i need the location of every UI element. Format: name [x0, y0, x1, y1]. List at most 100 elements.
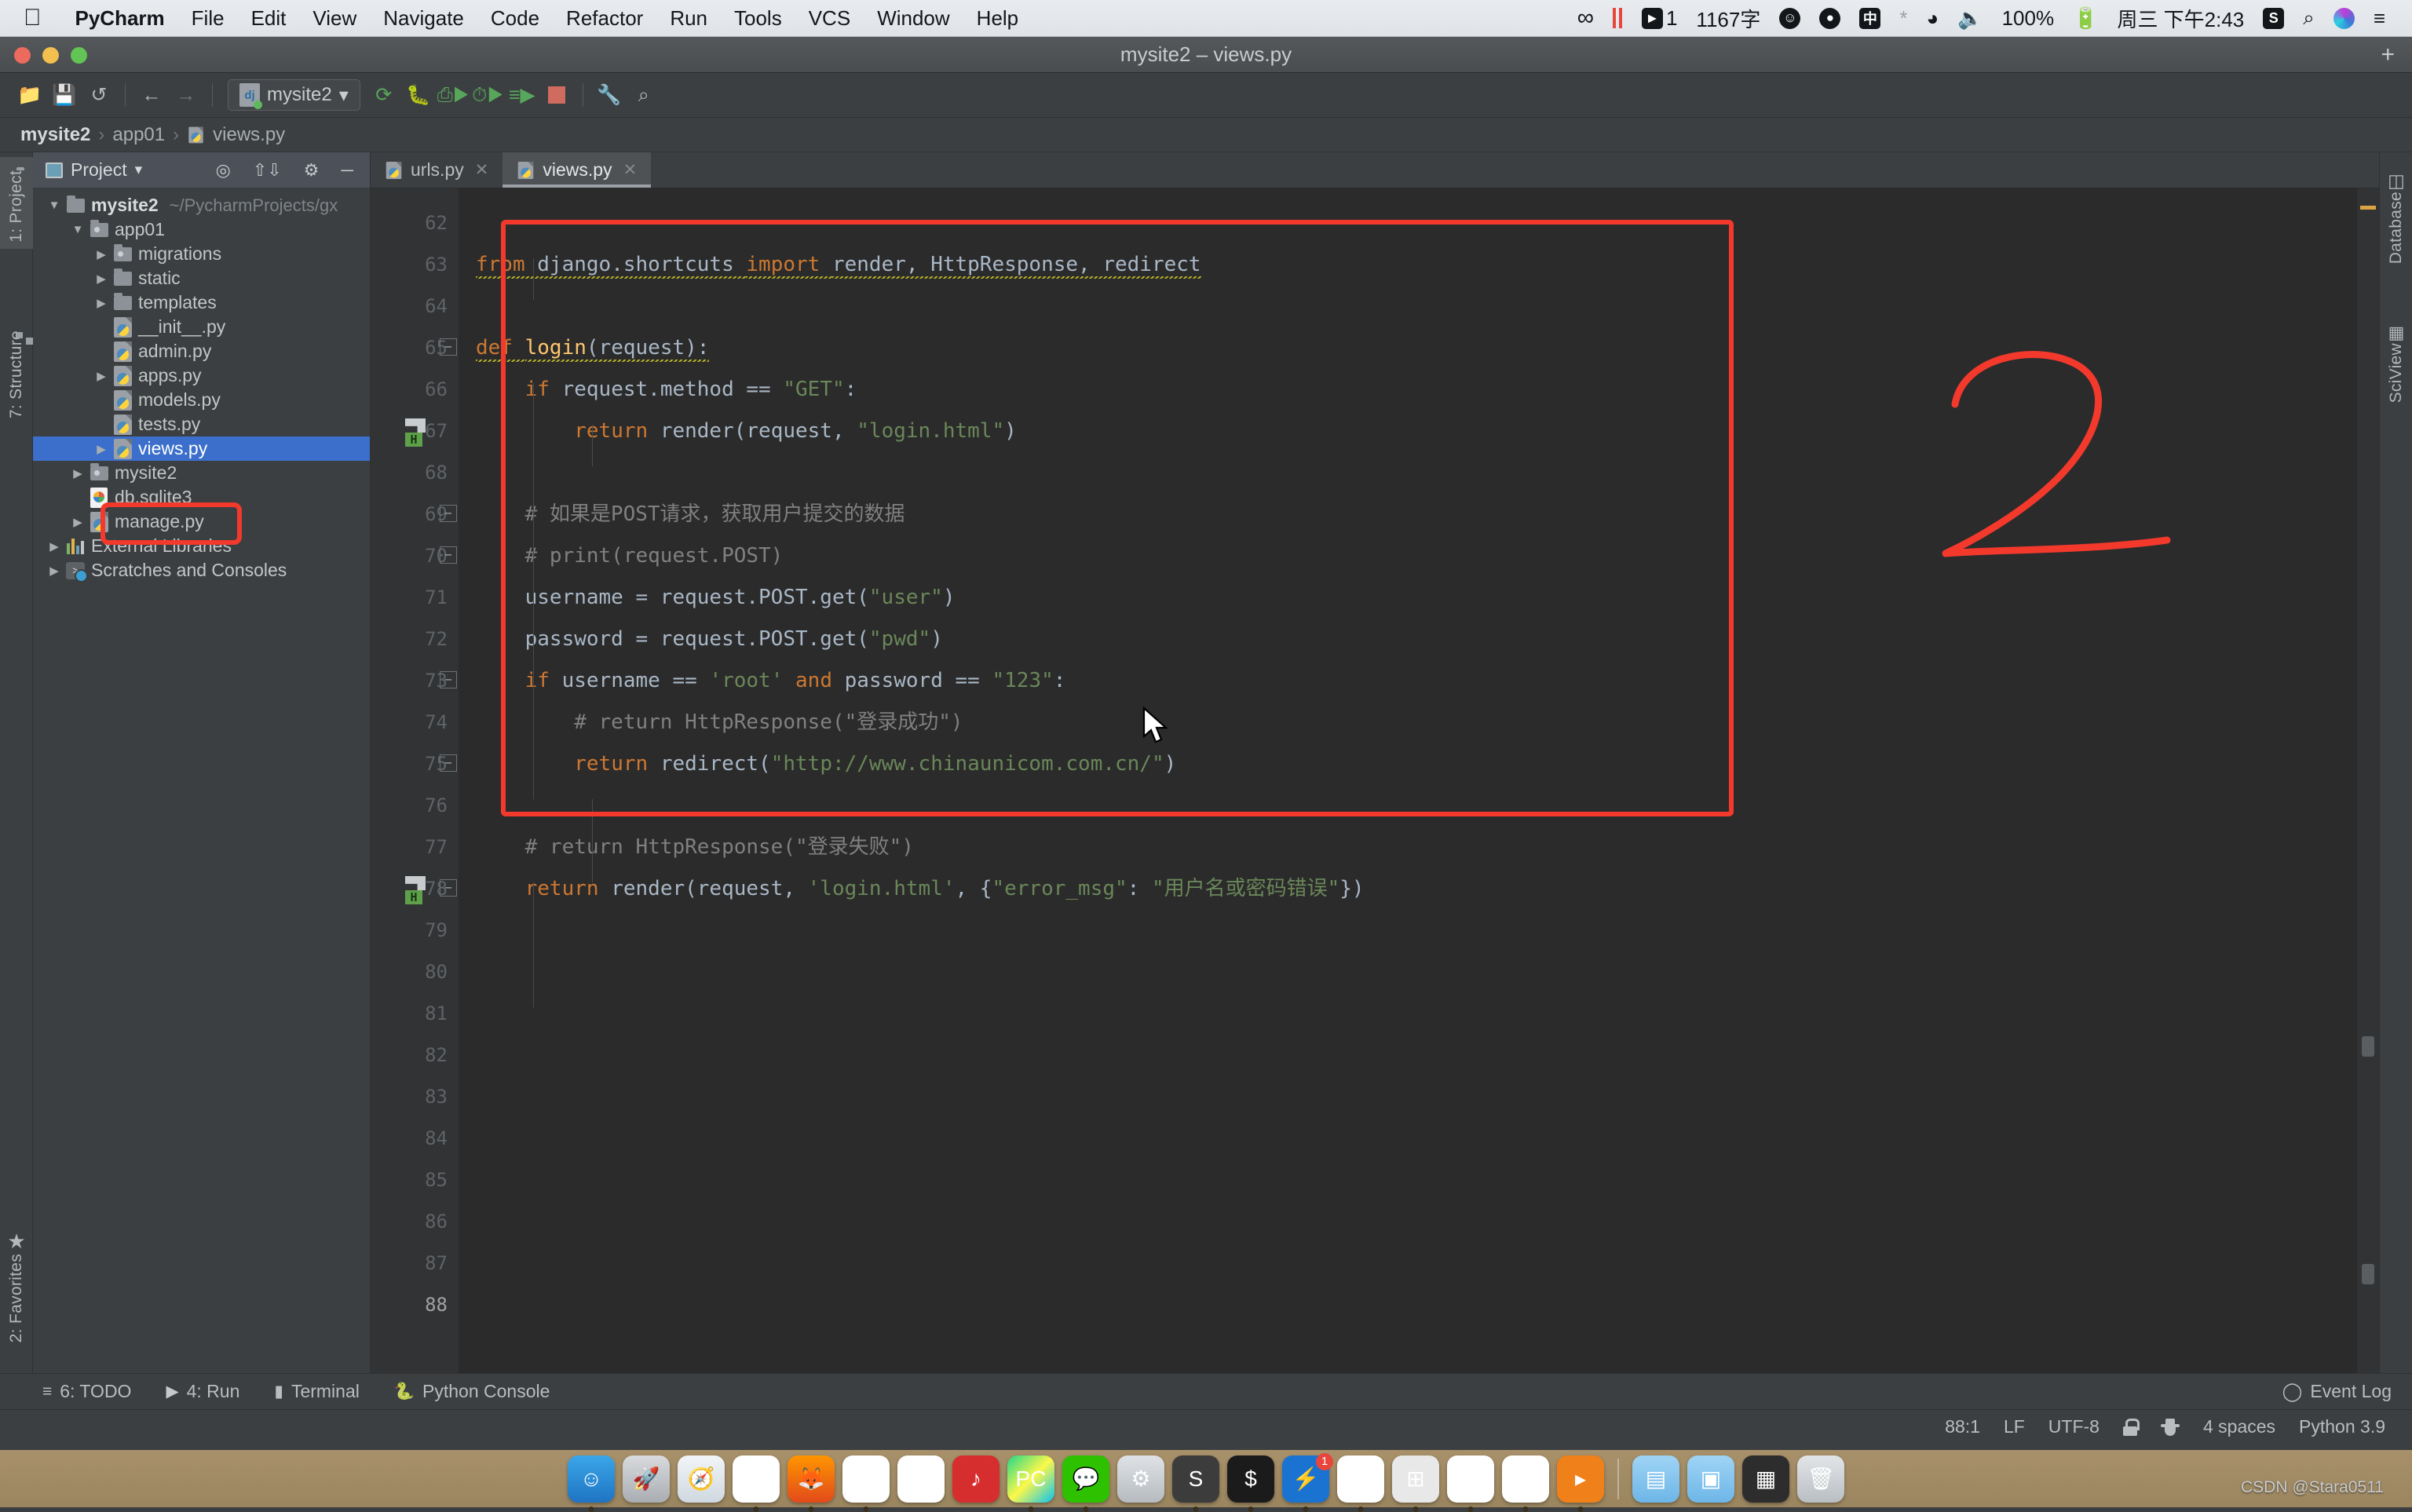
- dock-app-downloads-stack[interactable]: ▤: [1632, 1455, 1679, 1503]
- dock-app-launchpad[interactable]: 🚀: [623, 1455, 670, 1503]
- tab-views-py[interactable]: views.py ✕: [502, 152, 652, 188]
- gutter-line-81[interactable]: 81: [371, 993, 459, 1035]
- menu-item-help[interactable]: Help: [963, 6, 1032, 31]
- settings-icon[interactable]: 🔧: [592, 78, 627, 112]
- gutter-line-69[interactable]: 69−: [371, 494, 459, 535]
- chevron-down-icon[interactable]: ▼: [44, 199, 64, 212]
- fold-collapse-icon[interactable]: −: [440, 671, 457, 688]
- tree-item-mysite2[interactable]: ▼ mysite2 ~/PycharmProjects/gx: [33, 193, 370, 217]
- char-count-label[interactable]: 1167字: [1687, 4, 1770, 33]
- gutter-line-74[interactable]: 74: [371, 702, 459, 743]
- gutter-line-65[interactable]: 65−: [371, 327, 459, 369]
- dock-app-netease-music[interactable]: ♪: [952, 1455, 1000, 1503]
- maximize-window-button[interactable]: [71, 47, 87, 64]
- sync-icon[interactable]: ↺: [82, 78, 116, 112]
- menu-item-pycharm[interactable]: PyCharm: [62, 6, 178, 31]
- tree-item-admin-py[interactable]: admin.py: [33, 339, 370, 363]
- dock-app-wechat[interactable]: 💬: [1062, 1455, 1109, 1512]
- sidebar-item-database[interactable]: Database ◫: [2380, 157, 2412, 270]
- menu-item-refactor[interactable]: Refactor: [553, 6, 656, 31]
- menu-item-run[interactable]: Run: [656, 6, 721, 31]
- tree-item-db-sqlite3[interactable]: db.sqlite3: [33, 485, 370, 509]
- gutter-line-62[interactable]: 62: [371, 203, 459, 244]
- chevron-right-icon[interactable]: ▶: [44, 564, 64, 578]
- chevron-right-icon[interactable]: ▶: [68, 515, 88, 529]
- profile-icon[interactable]: ⏱▶: [470, 78, 505, 112]
- tree-item-static[interactable]: ▶ static: [33, 266, 370, 290]
- dock-app-chrome[interactable]: ◉: [733, 1455, 780, 1512]
- arrow-count-icon[interactable]: ► 1: [1632, 6, 1687, 31]
- gutter-line-86[interactable]: 86: [371, 1201, 459, 1243]
- gutter-line-64[interactable]: 64: [371, 286, 459, 327]
- breadcrumb-item-file[interactable]: views.py: [213, 124, 285, 146]
- gutter-line-77[interactable]: 77: [371, 827, 459, 868]
- tree-item--init-py[interactable]: __init__.py: [33, 315, 370, 339]
- dock-app-safari[interactable]: 🧭: [678, 1455, 725, 1503]
- fold-end-icon[interactable]: −: [440, 879, 457, 897]
- sogou-icon[interactable]: S: [2253, 7, 2293, 29]
- stop-icon[interactable]: [539, 78, 574, 112]
- chevron-right-icon[interactable]: ▶: [91, 296, 111, 310]
- spotlight-search-icon[interactable]: ⌕: [2293, 5, 2324, 31]
- bookmark-icon[interactable]: H: [404, 876, 427, 904]
- dock-app-typora[interactable]: T: [842, 1455, 890, 1512]
- input-method-icon[interactable]: 中: [1850, 7, 1890, 29]
- close-icon[interactable]: ✕: [623, 160, 638, 180]
- fold-collapse-icon[interactable]: −: [440, 338, 457, 356]
- menu-item-vcs[interactable]: VCS: [795, 6, 864, 31]
- mic-icon[interactable]: ●: [1810, 7, 1850, 29]
- dock-app-parallels[interactable]: ⊞: [1392, 1455, 1439, 1512]
- tree-item-external-libraries[interactable]: ▶ External Libraries: [33, 534, 370, 558]
- warning-marker[interactable]: [2360, 206, 2376, 210]
- run-icon[interactable]: ⟳: [367, 78, 401, 112]
- unlocked-icon[interactable]: [2122, 1418, 2140, 1436]
- gutter-line-70[interactable]: 70−: [371, 535, 459, 577]
- wifi-icon[interactable]: ◕: [1917, 6, 1948, 31]
- gutter-line-85[interactable]: 85: [371, 1160, 459, 1201]
- gutter-line-63[interactable]: 63: [371, 244, 459, 286]
- menu-item-window[interactable]: Window: [864, 6, 963, 31]
- python-interpreter[interactable]: Python 3.9: [2299, 1416, 2385, 1437]
- dock-app-screenshot-stack[interactable]: ▦: [1742, 1455, 1789, 1503]
- file-encoding[interactable]: UTF-8: [2048, 1416, 2100, 1437]
- gutter-line-82[interactable]: 82: [371, 1035, 459, 1076]
- menu-item-file[interactable]: File: [178, 6, 238, 31]
- caret-position[interactable]: 88:1: [1945, 1416, 1980, 1437]
- gutter-line-73[interactable]: 73−: [371, 660, 459, 702]
- dock-app-pycharm[interactable]: PC: [1007, 1455, 1054, 1512]
- run-tests-icon[interactable]: ≡▶: [505, 78, 539, 112]
- search-icon[interactable]: ⌕: [627, 78, 661, 112]
- tree-item-mysite2[interactable]: ▶ mysite2: [33, 461, 370, 485]
- menu-item-tools[interactable]: Tools: [721, 6, 795, 31]
- indent-setting[interactable]: 4 spaces: [2203, 1416, 2275, 1437]
- minimize-icon[interactable]: ─: [334, 160, 360, 181]
- gutter-line-68[interactable]: 68: [371, 452, 459, 494]
- menu-item-edit[interactable]: Edit: [238, 6, 300, 31]
- gutter-line-87[interactable]: 87: [371, 1243, 459, 1284]
- back-arrow-icon[interactable]: ←: [134, 78, 169, 112]
- dock-app-documents-stack[interactable]: ▣: [1687, 1455, 1734, 1503]
- line-separator[interactable]: LF: [2004, 1416, 2025, 1437]
- chevron-right-icon[interactable]: ▶: [68, 466, 88, 480]
- gutter-line-71[interactable]: 71: [371, 577, 459, 619]
- bottom-item-todo[interactable]: ≡ 6: TODO: [42, 1381, 131, 1402]
- tree-item-migrations[interactable]: ▶ migrations: [33, 242, 370, 266]
- tree-item-app01[interactable]: ▼ app01: [33, 217, 370, 242]
- dock-app-trash[interactable]: 🗑: [1797, 1455, 1844, 1503]
- tree-item-scratches-and-consoles[interactable]: ▶ > Scratches and Consoles: [33, 558, 370, 583]
- battery-percent-label[interactable]: 100%: [1993, 6, 2064, 31]
- tree-item-models-py[interactable]: models.py: [33, 388, 370, 412]
- bluetooth-icon[interactable]: *: [1890, 6, 1917, 31]
- collapse-all-icon[interactable]: ⇧⇩: [246, 160, 289, 181]
- close-window-button[interactable]: [14, 47, 31, 64]
- menu-item-navigate[interactable]: Navigate: [370, 6, 477, 31]
- gutter-line-66[interactable]: 66: [371, 369, 459, 411]
- breadcrumb-item-app01[interactable]: app01: [112, 124, 165, 146]
- chevron-down-icon[interactable]: ▼: [68, 223, 88, 236]
- dock-app-pen-tool[interactable]: ✒: [1502, 1455, 1549, 1512]
- bottom-item-run[interactable]: ▶ 4: Run: [166, 1381, 239, 1402]
- chevron-right-icon[interactable]: ▶: [44, 539, 64, 553]
- sidebar-item-project[interactable]: 1: Project: [0, 157, 33, 249]
- fold-end-icon[interactable]: −: [440, 754, 457, 772]
- bottom-item-terminal[interactable]: ▮ Terminal: [274, 1381, 359, 1402]
